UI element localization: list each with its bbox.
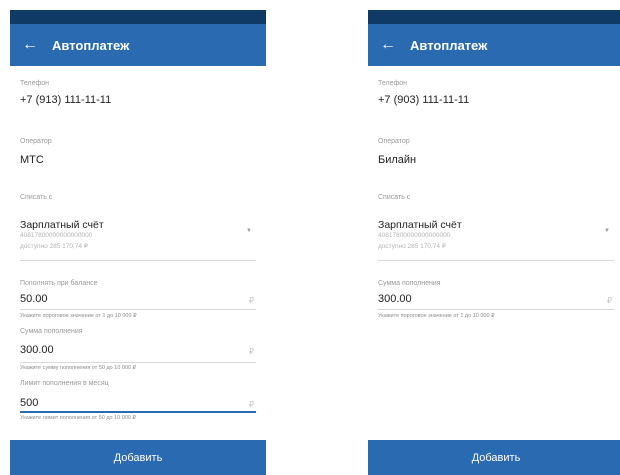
account-name: Зарплатный счёт <box>378 219 462 231</box>
caret-down-icon[interactable]: ▼ <box>604 228 610 234</box>
app-bar: ← Автоплатеж <box>368 24 620 66</box>
ruble-icon: ₽ <box>248 347 254 356</box>
ruble-icon: ₽ <box>606 296 612 305</box>
account-number: 40817800000000000000 <box>378 232 451 239</box>
limit-underline-active <box>20 411 256 413</box>
operator-label: Оператор <box>20 138 52 145</box>
amount-label: Сумма пополнения <box>20 328 83 335</box>
account-available: доступно 285 170,74 ₽ <box>20 243 88 250</box>
debit-from-label: Списать с <box>20 194 53 201</box>
add-button[interactable]: Добавить <box>10 440 266 475</box>
page-title: Автоплатеж <box>52 37 130 53</box>
phone-label: Телефон <box>378 80 408 87</box>
status-bar <box>10 10 266 24</box>
amount-input[interactable]: 300.00 <box>20 344 54 356</box>
amount-label: Сумма пополнения <box>378 280 441 287</box>
amount-underline <box>378 309 614 310</box>
status-bar <box>368 10 620 24</box>
limit-label: Лимит пополнения в месяц <box>20 380 109 387</box>
limit-input[interactable]: 500 <box>20 397 38 409</box>
debit-from-label: Списать с <box>378 194 411 201</box>
page-title: Автоплатеж <box>410 37 488 53</box>
autopay-screen-beeline: ← Автоплатеж Телефон +7 (903) 111-11-11 … <box>368 10 620 475</box>
ruble-icon: ₽ <box>248 296 254 305</box>
operator-value: Билайн <box>378 154 417 166</box>
phone-value: +7 (913) 111-11-11 <box>20 94 112 106</box>
threshold-underline <box>20 309 256 310</box>
arrow-left-icon[interactable]: ← <box>22 37 44 53</box>
amount-underline <box>20 362 256 363</box>
amount-hint: Укажите сумму пополнения от 50 до 10 000… <box>20 365 137 371</box>
threshold-input[interactable]: 50.00 <box>20 293 48 305</box>
arrow-left-icon[interactable]: ← <box>380 37 402 53</box>
add-button[interactable]: Добавить <box>368 440 620 475</box>
operator-label: Оператор <box>378 138 410 145</box>
operator-value: МТС <box>20 154 44 166</box>
account-underline <box>378 260 614 261</box>
phone-label: Телефон <box>20 80 50 87</box>
account-name: Зарплатный счёт <box>20 219 104 231</box>
phone-value: +7 (903) 111-11-11 <box>378 94 470 106</box>
account-available: доступно 285 170,74 ₽ <box>378 243 446 250</box>
threshold-hint: Укажите пороговое значение от 1 до 10 00… <box>20 313 137 319</box>
amount-input[interactable]: 300.00 <box>378 293 412 305</box>
threshold-label: Пополнять при балансе <box>20 280 98 287</box>
amount-hint: Укажите пороговое значение от 1 до 10 00… <box>378 313 495 319</box>
autopay-screen-mts: ← Автоплатеж Телефон +7 (913) 111-11-11 … <box>10 10 266 475</box>
account-underline <box>20 260 256 261</box>
limit-hint: Укажите лимит пополнения от 50 до 10 000… <box>20 415 136 421</box>
app-bar: ← Автоплатеж <box>10 24 266 66</box>
account-number: 40817800000000000000 <box>20 232 93 239</box>
caret-down-icon[interactable]: ▼ <box>246 228 252 234</box>
ruble-icon: ₽ <box>248 400 254 409</box>
